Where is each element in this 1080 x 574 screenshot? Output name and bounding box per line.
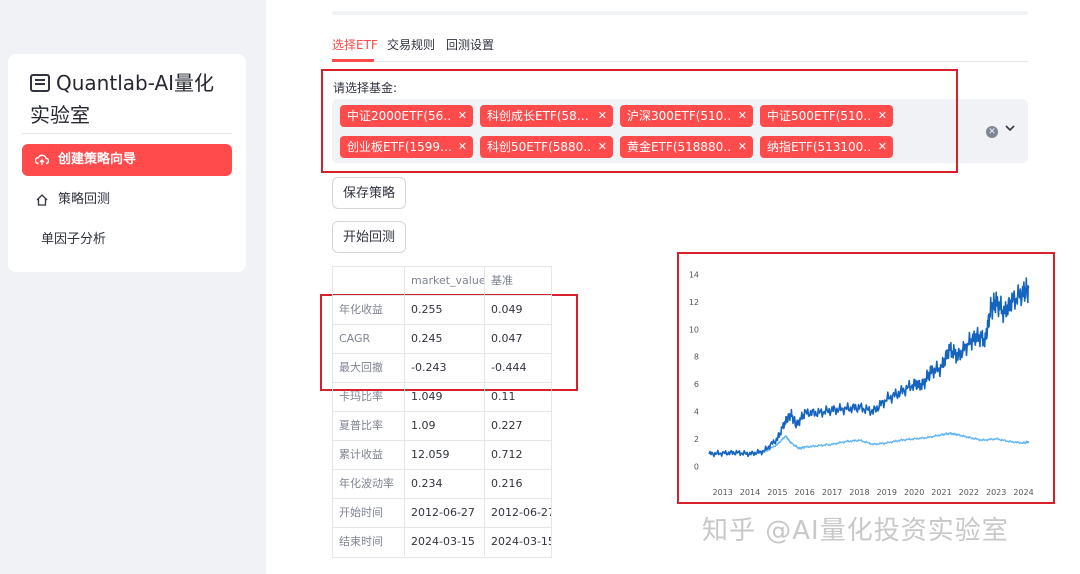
watermark: 知乎 @AI量化投资实验室 bbox=[702, 516, 1009, 546]
y-tick-label: 4 bbox=[694, 407, 699, 416]
x-tick-label: 2023 bbox=[986, 488, 1006, 497]
table-row: 年化波动率 0.234 0.216 bbox=[333, 470, 551, 499]
benchmark-cell: 0.11 bbox=[491, 390, 516, 403]
tab-trading-rules[interactable]: 交易规则 bbox=[387, 36, 435, 54]
active-tab-indicator bbox=[332, 59, 374, 62]
table-row: 结束时间 2024-03-15 2024-03-15 bbox=[333, 528, 551, 557]
table-row: 累计收益 12.059 0.712 bbox=[333, 441, 551, 470]
benchmark-cell: 2024-03-15 bbox=[491, 535, 551, 548]
save-strategy-button[interactable]: 保存策略 bbox=[332, 177, 407, 209]
clear-all-icon[interactable]: ✕ bbox=[986, 126, 998, 138]
x-tick-label: 2022 bbox=[959, 488, 979, 497]
series-line-strategy bbox=[708, 277, 1030, 458]
cloud-upload-icon bbox=[34, 144, 50, 180]
sidebar-item-backtest[interactable]: 策略回测 bbox=[22, 184, 232, 216]
row-label: 开始时间 bbox=[333, 499, 405, 527]
home-icon bbox=[34, 184, 50, 220]
x-tick-label: 2018 bbox=[849, 488, 869, 497]
x-tick-label: 2013 bbox=[712, 488, 732, 497]
y-tick-label: 8 bbox=[694, 353, 699, 362]
top-divider bbox=[332, 11, 1028, 15]
x-tick-label: 2020 bbox=[904, 488, 924, 497]
tabs-underline bbox=[332, 61, 1028, 62]
equity-curve-chart: 0 2 4 6 8 10 12 14 2013 2014 2015 2016 2017 2018 2019 2… bbox=[677, 252, 1055, 504]
app-title: Quantlab-AI量化实验室 bbox=[30, 68, 230, 130]
row-label: 结束时间 bbox=[333, 528, 405, 556]
market-value-cell: 2024-03-15 bbox=[405, 528, 485, 556]
table-row: CAGR 0.245 0.047 bbox=[333, 325, 551, 354]
table-row: 夏普比率 1.09 0.227 bbox=[333, 412, 551, 441]
table-header-cell: 基准 bbox=[491, 274, 513, 287]
chevron-down-icon[interactable] bbox=[1004, 122, 1016, 136]
sidebar-item-create-strategy[interactable]: 创建策略向导 bbox=[22, 144, 232, 176]
sidebar-item-label: 策略回测 bbox=[58, 192, 111, 207]
y-tick-label: 10 bbox=[689, 325, 699, 334]
sidebar-item-label: 单因子分析 bbox=[41, 232, 107, 247]
x-tick-label: 2016 bbox=[795, 488, 815, 497]
x-tick-label: 2021 bbox=[931, 488, 951, 497]
market-value-cell: 0.245 bbox=[405, 325, 485, 353]
benchmark-cell: 0.216 bbox=[491, 477, 523, 490]
market-value-cell: 0.234 bbox=[405, 470, 485, 498]
row-label: 最大回撤 bbox=[333, 354, 405, 382]
tab-backtest-settings[interactable]: 回测设置 bbox=[446, 36, 494, 54]
x-tick-label: 2024 bbox=[1013, 488, 1033, 497]
row-label: 年化收益 bbox=[333, 296, 405, 324]
benchmark-cell: -0.444 bbox=[491, 361, 527, 374]
benchmark-cell: 2012-06-27 bbox=[491, 506, 551, 519]
y-tick-label: 6 bbox=[694, 380, 699, 389]
market-value-cell: -0.243 bbox=[405, 354, 485, 382]
y-tick-label: 2 bbox=[694, 435, 699, 444]
sidebar-item-single-factor[interactable]: 单因子分析 bbox=[22, 224, 232, 256]
sidebar-item-label: 创建策略向导 bbox=[58, 152, 137, 167]
row-label: CAGR bbox=[333, 325, 405, 353]
x-tick-label: 2019 bbox=[877, 488, 897, 497]
table-row: 卡玛比率 1.049 0.11 bbox=[333, 383, 551, 412]
row-label: 卡玛比率 bbox=[333, 383, 405, 411]
market-value-cell: 0.255 bbox=[405, 296, 485, 324]
table-header-cell: market_value bbox=[405, 267, 485, 295]
x-tick-label: 2015 bbox=[767, 488, 787, 497]
annotation-box-funds bbox=[321, 69, 958, 173]
table-row: 开始时间 2012-06-27 2012-06-27 bbox=[333, 499, 551, 528]
tab-select-etf[interactable]: 选择ETF bbox=[332, 36, 378, 54]
sidebar-divider bbox=[22, 133, 232, 134]
row-label: 年化波动率 bbox=[333, 470, 405, 498]
market-value-cell: 1.09 bbox=[405, 412, 485, 440]
benchmark-cell: 0.047 bbox=[491, 332, 523, 345]
table-row: 最大回撤 -0.243 -0.444 bbox=[333, 354, 551, 383]
row-label: 累计收益 bbox=[333, 441, 405, 469]
equity-curve-svg: 0 2 4 6 8 10 12 14 2013 2014 2015 2016 2017 2018 2019 2… bbox=[689, 270, 1034, 497]
table-row: 年化收益 0.255 0.049 bbox=[333, 296, 551, 325]
sidebar: Quantlab-AI量化实验室 创建策略向导 策略回测 单因子分析 bbox=[0, 0, 266, 574]
row-label: 夏普比率 bbox=[333, 412, 405, 440]
app-title-text: Quantlab-AI量化实验室 bbox=[30, 71, 215, 127]
x-tick-label: 2017 bbox=[822, 488, 842, 497]
market-value-cell: 2012-06-27 bbox=[405, 499, 485, 527]
market-value-cell: 12.059 bbox=[405, 441, 485, 469]
metrics-table: market_value 基准 年化收益 0.255 0.049 CAGR 0.… bbox=[332, 266, 552, 558]
notes-icon bbox=[30, 70, 56, 100]
x-tick-label: 2014 bbox=[740, 488, 760, 497]
y-tick-label: 12 bbox=[689, 298, 699, 307]
benchmark-cell: 0.227 bbox=[491, 419, 523, 432]
y-tick-label: 0 bbox=[694, 462, 699, 471]
benchmark-cell: 0.049 bbox=[491, 303, 523, 316]
benchmark-cell: 0.712 bbox=[491, 448, 523, 461]
y-tick-label: 14 bbox=[689, 270, 699, 279]
table-header-row: market_value 基准 bbox=[333, 267, 551, 296]
market-value-cell: 1.049 bbox=[405, 383, 485, 411]
start-backtest-button[interactable]: 开始回测 bbox=[332, 221, 407, 253]
table-header-cell bbox=[333, 267, 405, 295]
sidebar-card: Quantlab-AI量化实验室 创建策略向导 策略回测 单因子分析 bbox=[8, 54, 246, 272]
